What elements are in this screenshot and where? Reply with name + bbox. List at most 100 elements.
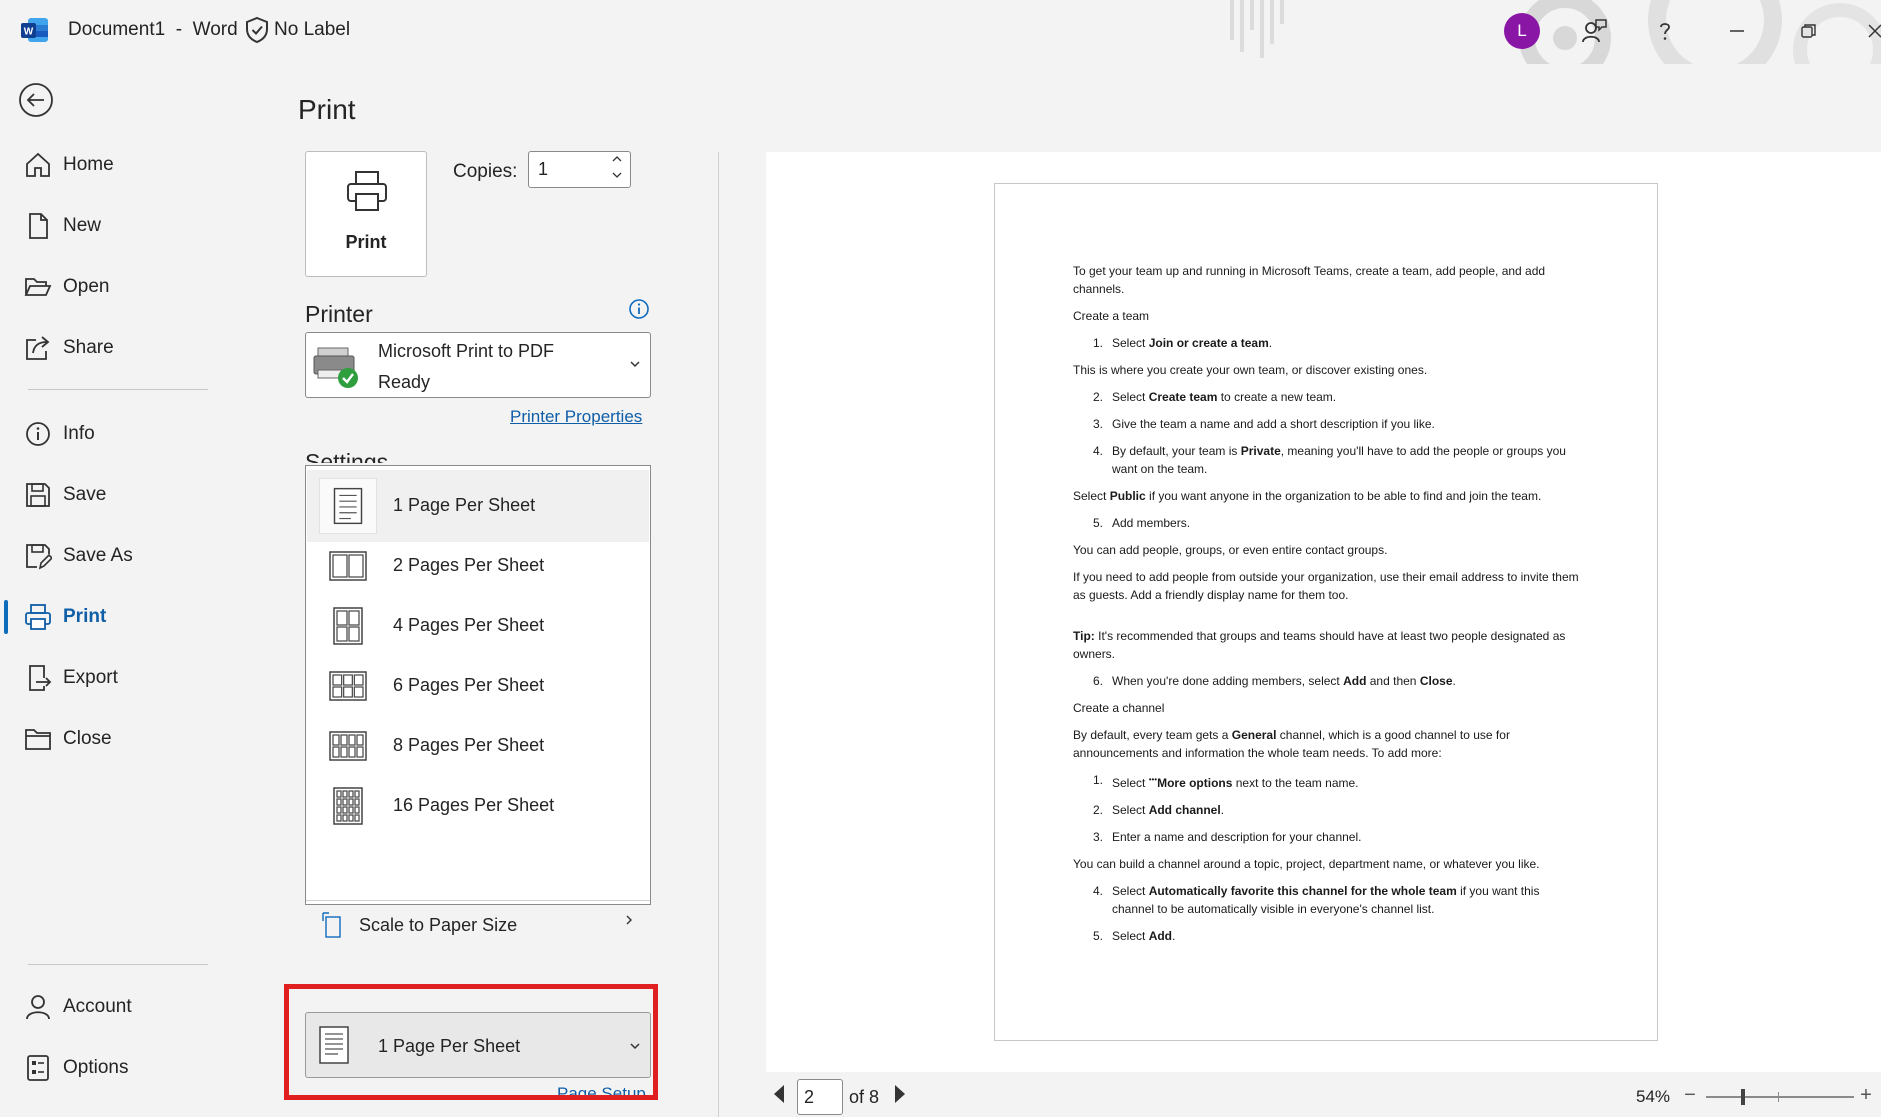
minimize-button[interactable] <box>1720 14 1754 48</box>
menu-item-label: 8 Pages Per Sheet <box>393 735 545 755</box>
menu-item-label: 16 Pages Per Sheet <box>393 795 555 815</box>
nav-save-as[interactable]: Save As <box>0 531 238 581</box>
printer-ready-icon <box>313 347 358 388</box>
nav-print[interactable]: Print <box>0 592 238 642</box>
person-feedback-icon <box>1582 19 1607 43</box>
one-page-per-sheet-icon <box>319 1026 349 1064</box>
doc-list-item: 6. When you're done adding members, selec… <box>1093 674 1456 688</box>
print-button[interactable]: Print <box>305 151 427 277</box>
pages-per-sheet-selected: 1 Page Per Sheet <box>378 1036 521 1056</box>
restore-button[interactable] <box>1792 14 1826 48</box>
new-document-icon <box>29 213 48 239</box>
document-name: Document1 <box>68 19 166 40</box>
doc-paragraph: By default, every team gets a General ch… <box>1073 728 1510 760</box>
page-preview: To get your team up and running in Micro… <box>994 183 1658 1041</box>
app-name: Word <box>192 19 238 40</box>
printer-icon <box>347 171 387 211</box>
zoom-in-button[interactable]: + <box>1858 1082 1874 1108</box>
nav-save-label: Save <box>63 484 107 505</box>
printer-dropdown[interactable]: Microsoft Print to PDF Ready <box>305 332 651 398</box>
copies-increment-button[interactable] <box>610 154 624 168</box>
info-icon[interactable] <box>628 298 650 320</box>
nav-home[interactable]: Home <box>0 140 238 190</box>
previous-page-icon[interactable] <box>772 1083 786 1105</box>
pages-per-sheet-dropdown[interactable]: 1 Page Per Sheet <box>305 1012 651 1078</box>
copies-label: Copies: <box>453 161 518 182</box>
copies-stepper[interactable] <box>528 151 631 188</box>
copies-decrement-button[interactable] <box>610 170 624 184</box>
menu-item-label: 1 Page Per Sheet <box>393 495 536 515</box>
page-count: of 8 <box>849 1087 880 1107</box>
close-window-button[interactable] <box>1858 14 1881 48</box>
printer-properties-link[interactable]: Printer Properties <box>510 407 642 427</box>
zoom-slider-thumb[interactable] <box>1741 1089 1745 1105</box>
nav-share-label: Share <box>63 337 114 358</box>
save-as-icon <box>26 544 52 570</box>
nav-info[interactable]: Info <box>0 409 238 459</box>
copies-input[interactable] <box>530 153 610 186</box>
doc-paragraph: You can add people, groups, or even enti… <box>1073 543 1388 557</box>
doc-list-item: 2. Select Add channel. <box>1093 803 1225 817</box>
save-icon <box>26 483 50 507</box>
help-button[interactable] <box>1648 14 1682 48</box>
menu-item-label: 6 Pages Per Sheet <box>393 675 545 695</box>
chevron-right-icon <box>626 915 632 925</box>
pane-divider <box>718 152 719 1117</box>
zoom-out-button[interactable]: − <box>1682 1082 1698 1108</box>
scale-to-paper-size-label: Scale to Paper Size <box>359 915 518 935</box>
nav-options[interactable]: Options <box>0 1043 238 1093</box>
nav-info-label: Info <box>63 423 95 444</box>
doc-paragraph: This is where you create your own team, … <box>1073 363 1428 377</box>
back-arrow-icon[interactable] <box>18 82 54 118</box>
options-icon <box>27 1055 49 1081</box>
two-pages-per-sheet-icon <box>329 551 367 581</box>
chevron-down-icon <box>630 361 640 368</box>
menu-item-label: 4 Pages Per Sheet <box>393 615 545 635</box>
doc-list-item: 2. Select Create team to create a new tea… <box>1093 390 1337 404</box>
pages-per-sheet-menu: 1 Page Per Sheet 2 Pages Per Sheet 4 Pag… <box>305 465 651 905</box>
home-icon <box>26 152 50 177</box>
printer-heading: Printer <box>305 301 373 327</box>
document-content: To get your team up and running in Micro… <box>1073 262 1583 954</box>
close-icon <box>1868 24 1881 38</box>
folder-open-icon <box>24 278 52 296</box>
zoom-level[interactable]: 54% <box>1636 1087 1670 1107</box>
nav-export[interactable]: Export <box>0 653 238 703</box>
sensitivity-shield-icon[interactable] <box>244 16 270 44</box>
user-avatar[interactable]: L <box>1504 13 1540 49</box>
doc-heading: Create a team <box>1073 309 1150 323</box>
printer-name: Microsoft Print to PDF <box>378 341 555 361</box>
doc-list-item: 3. Enter a name and description for your … <box>1093 830 1362 844</box>
nav-export-label: Export <box>63 667 118 688</box>
printer-status: Ready <box>378 372 431 392</box>
sixteen-pages-per-sheet-icon <box>333 787 363 825</box>
chevron-up-icon <box>612 156 622 162</box>
folder-close-icon <box>25 729 51 750</box>
sensitivity-label[interactable]: No Label <box>274 19 350 41</box>
question-mark-icon <box>1660 23 1670 40</box>
nav-share[interactable]: Share <box>0 323 238 373</box>
svg-text:W: W <box>24 27 34 38</box>
nav-account[interactable]: Account <box>0 982 238 1032</box>
next-page-icon[interactable] <box>893 1083 907 1105</box>
nav-account-label: Account <box>63 996 132 1017</box>
account-icon <box>26 995 50 1020</box>
menu-item-16-pages-per-sheet[interactable]: 16 Pages Per Sheet <box>307 770 649 842</box>
current-page-input[interactable] <box>797 1079 843 1115</box>
nav-new-label: New <box>63 215 102 236</box>
nav-open[interactable]: Open <box>0 262 238 312</box>
nav-save[interactable]: Save <box>0 470 238 520</box>
nav-new[interactable]: New <box>0 201 238 251</box>
nav-close[interactable]: Close <box>0 714 238 764</box>
scale-to-paper-size-item[interactable]: Scale to Paper Size <box>305 899 647 939</box>
coauthor-button[interactable] <box>1577 14 1611 48</box>
page-setup-link[interactable]: Page Setup <box>557 1086 646 1100</box>
doc-paragraph: Tip: It's recommended that groups and te… <box>1073 629 1566 661</box>
nav-divider <box>28 964 208 965</box>
page-title: Print <box>298 94 356 125</box>
zoom-slider-track[interactable] <box>1706 1096 1854 1098</box>
doc-list-item: 4. By default, your team is Private, mean… <box>1093 444 1566 476</box>
doc-paragraph: If you need to add people from outside y… <box>1073 570 1579 602</box>
doc-list-item: 1. Select •••More options next to the tea… <box>1093 773 1359 790</box>
doc-list-item: 1. Select Join or create a team. <box>1093 336 1273 350</box>
